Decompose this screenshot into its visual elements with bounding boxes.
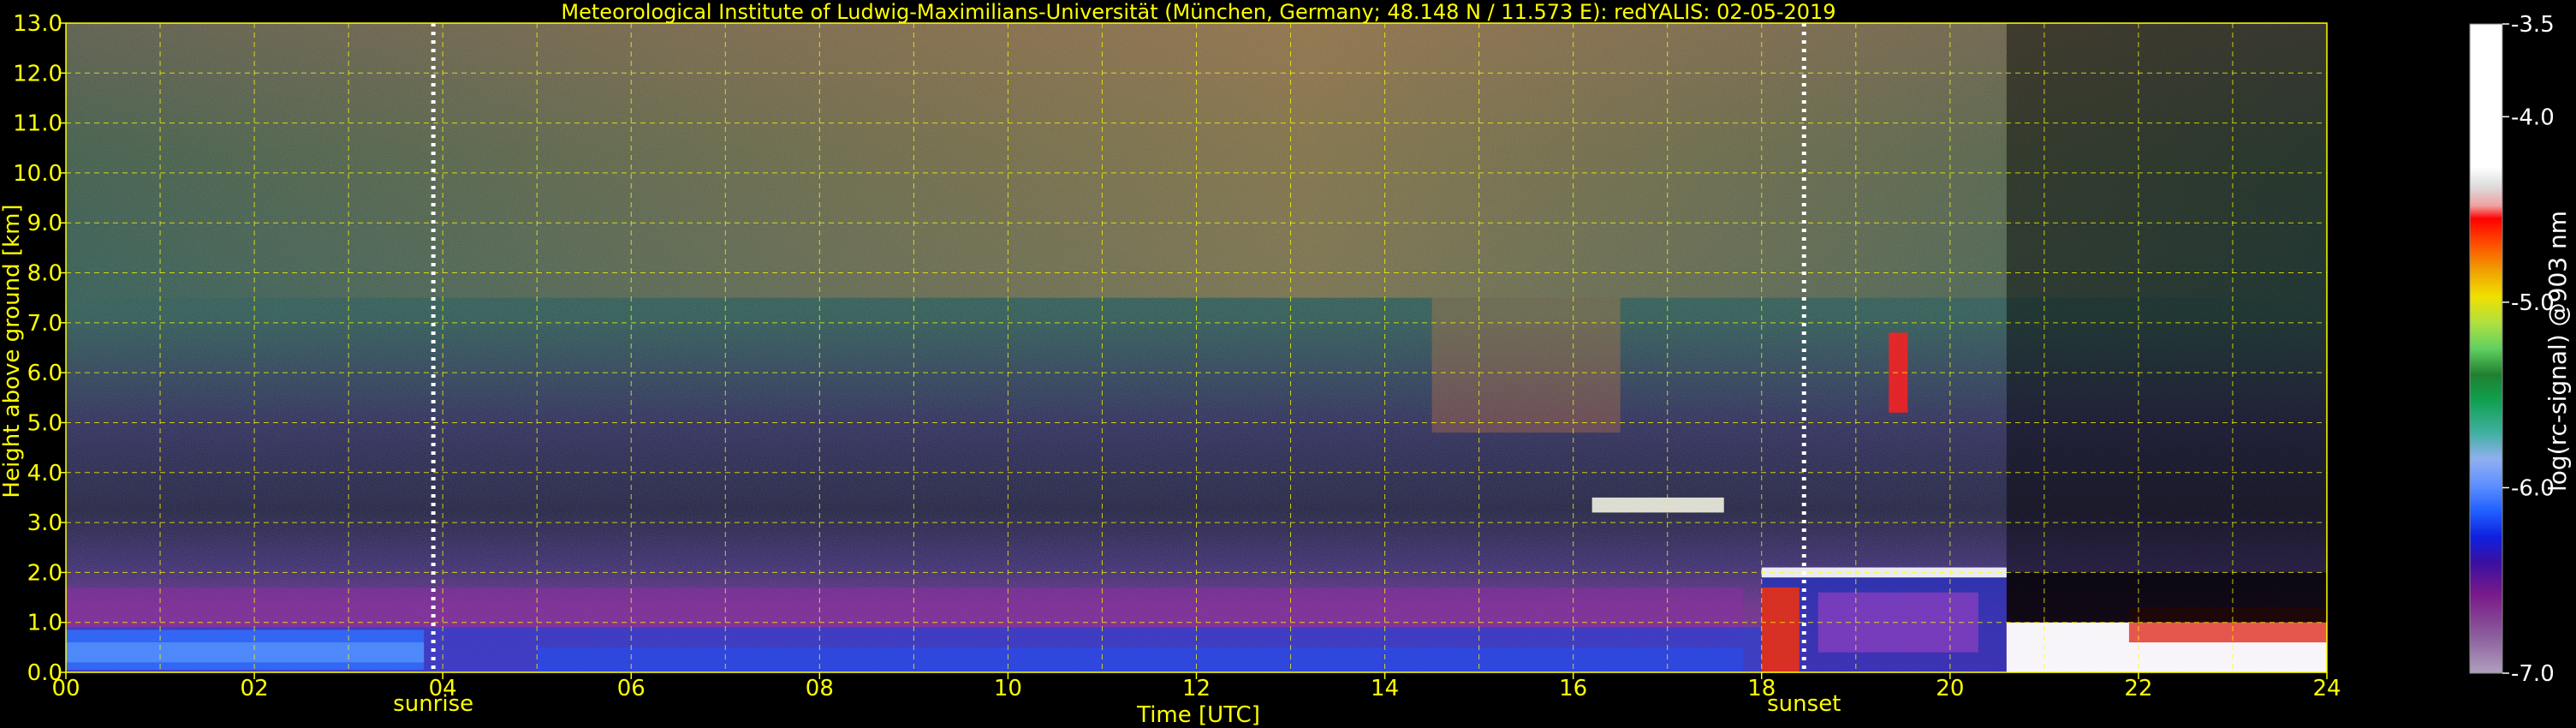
x-tick-label: 24 (2312, 676, 2341, 701)
colorbar-label: log(rc-signal) @903 nm (2543, 211, 2572, 492)
morning-aerosol-light (66, 642, 425, 663)
y-axis-label: Height above ground [km] (0, 204, 25, 498)
y-tick-label: 6.0 (27, 361, 62, 386)
y-tick-label: 12.0 (13, 61, 62, 87)
y-tick-label: 0.0 (27, 660, 62, 686)
y-tick-label: 5.0 (27, 410, 62, 436)
colorbar-tick-label: -3.5 (2511, 12, 2555, 38)
marker-label-sunset: sunset (1767, 691, 1841, 717)
colorbar: -3.5-4.0-5.0-6.0-7.0 (2469, 12, 2555, 687)
chart-root: sunrise sunset 00 02 04 06 08 10 12 14 16 18 20 22 24… (0, 0, 2576, 728)
colorbar-scale (2469, 23, 2503, 674)
y-tick-label: 9.0 (27, 211, 62, 236)
x-tick-label: 08 (806, 676, 834, 701)
x-tick-label: 02 (241, 676, 269, 701)
x-tick-label: 06 (617, 676, 645, 701)
x-tick-label: 04 (429, 676, 457, 701)
x-tick-label: 12 (1182, 676, 1211, 701)
y-tick-label: 2.0 (27, 560, 62, 586)
y-tick-label: 10.0 (13, 161, 62, 187)
x-tick-label: 10 (994, 676, 1022, 701)
day-aerosol-blue (537, 647, 1743, 672)
night-dark-upper (2006, 23, 2327, 573)
y-tick-label: 3.0 (27, 510, 62, 536)
x-tick-label: 22 (2124, 676, 2152, 701)
x-tick-label: 14 (1371, 676, 1399, 701)
x-tick-label: 16 (1559, 676, 1587, 701)
y-tick-label: 7.0 (27, 311, 62, 337)
colorbar-tick-label: -4.0 (2511, 104, 2555, 130)
x-axis-label: Time [UTC] (1136, 702, 1260, 728)
y-tick-label: 8.0 (27, 261, 62, 287)
night-dark-band (2006, 572, 2327, 623)
evening-red-patch (1761, 587, 1800, 672)
y-tick-label: 1.0 (27, 611, 62, 636)
y-tick-label: 11.0 (13, 111, 62, 137)
x-tick-label: 20 (1936, 676, 1964, 701)
mid-level-orange (1431, 297, 1621, 433)
x-tick-label: 18 (1747, 676, 1776, 701)
colorbar-tick-label: -7.0 (2511, 661, 2555, 687)
chart-title: Meteorological Institute of Ludwig-Maxim… (561, 0, 1835, 24)
y-tick-label: 4.0 (27, 461, 62, 486)
elevated-layer (1591, 497, 1724, 513)
y-tick-label: 13.0 (13, 11, 62, 37)
lidar-chart: sunrise sunset 00 02 04 06 08 10 12 14 16 18 20 22 24… (0, 0, 2572, 728)
